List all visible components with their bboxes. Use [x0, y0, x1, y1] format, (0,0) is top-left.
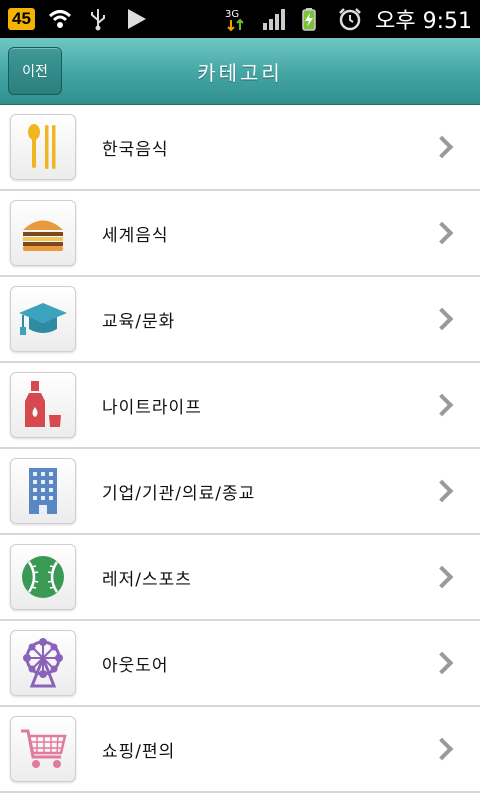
status-bar: 45 3G 오후 9:51	[0, 0, 480, 38]
category-row-shopping-convenience[interactable]: 쇼핑/편의	[0, 707, 480, 793]
category-icon-box	[10, 544, 76, 610]
battery-charging-icon	[302, 8, 316, 31]
usb-icon	[90, 9, 105, 31]
baseball-icon	[22, 556, 64, 598]
category-label: 쇼핑/편의	[102, 741, 176, 762]
category-icon-box	[10, 372, 76, 438]
chevron-right-icon	[430, 479, 454, 503]
chevron-right-icon	[430, 737, 454, 761]
wifi-icon	[48, 10, 71, 28]
category-row-nightlife[interactable]: 나이트라이프	[0, 363, 480, 449]
page-title: 카테고리	[197, 60, 283, 85]
status-time: 오후 9:51	[375, 9, 472, 34]
category-icon-box	[10, 716, 76, 782]
bottle-glass-icon	[25, 381, 61, 427]
category-row-education-culture[interactable]: 교육/문화	[0, 277, 480, 363]
category-row-business-institution-medical-religion[interactable]: 기업/기관/의료/종교	[0, 449, 480, 535]
shopping-cart-icon	[21, 729, 67, 768]
category-label: 세계음식	[102, 225, 169, 246]
category-label: 레저/스포츠	[102, 569, 192, 590]
category-row-outdoor[interactable]: 아웃도어	[0, 621, 480, 707]
title-bar: 이전 카테고리	[0, 38, 480, 105]
category-icon-box	[10, 286, 76, 352]
category-label: 아웃도어	[102, 655, 169, 676]
chevron-right-icon	[430, 651, 454, 675]
status-bar-right: 3G 오후 9:51	[223, 3, 472, 35]
svg-text:3G: 3G	[225, 9, 239, 20]
category-label: 나이트라이프	[102, 397, 202, 418]
status-bar-left: 45	[8, 6, 149, 32]
network-3g-icon: 3G	[225, 9, 244, 32]
category-icon-box	[10, 200, 76, 266]
chevron-right-icon	[430, 565, 454, 589]
back-button[interactable]: 이전	[8, 47, 62, 95]
category-list: 한국음식 세계음식 교육/문화 나이트라이프 기업/기관/의료/종교 레저/스포…	[0, 105, 480, 793]
alarm-icon	[339, 8, 361, 31]
chevron-right-icon	[430, 307, 454, 331]
category-icon-box	[10, 458, 76, 524]
graduation-cap-icon	[19, 303, 67, 335]
chevron-right-icon	[430, 221, 454, 245]
category-icon-box	[10, 114, 76, 180]
category-row-world-food[interactable]: 세계음식	[0, 191, 480, 277]
play-icon	[127, 9, 146, 29]
chevron-right-icon	[430, 135, 454, 159]
category-label: 기업/기관/의료/종교	[102, 483, 256, 504]
chevron-right-icon	[430, 393, 454, 417]
battery-level-badge: 45	[8, 8, 35, 30]
ferris-wheel-icon	[23, 638, 63, 688]
office-building-icon	[29, 468, 57, 514]
signal-icon	[263, 9, 286, 30]
category-label: 한국음식	[102, 139, 169, 160]
category-row-leisure-sports[interactable]: 레저/스포츠	[0, 535, 480, 621]
category-icon-box	[10, 630, 76, 696]
spoon-chopsticks-icon	[28, 124, 56, 169]
category-label: 교육/문화	[102, 311, 176, 332]
burger-icon	[23, 220, 63, 251]
category-row-korean-food[interactable]: 한국음식	[0, 105, 480, 191]
